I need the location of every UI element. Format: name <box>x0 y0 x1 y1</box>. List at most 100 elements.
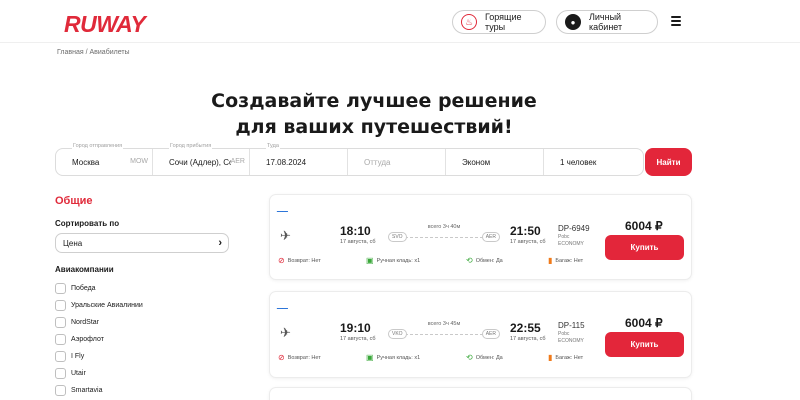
baggage-icon: ▮ <box>548 353 553 362</box>
airline-logo-icon: ━━━━ <box>277 209 288 214</box>
from-label: Город отправления <box>72 143 124 149</box>
arrival-date: 17 августа, сб <box>510 239 546 245</box>
airline-filter-item[interactable]: Utair <box>55 367 143 379</box>
flight-info: DP-6949 Pobc ECONOMY <box>558 224 590 247</box>
hand-luggage-info: ▣ Ручная кладь: x1 <box>366 256 420 265</box>
checkbox[interactable] <box>55 333 66 345</box>
airline-name: Уральские Авиалинии <box>71 301 143 309</box>
refund-info: ⊘ Возврат: Нет <box>278 353 321 362</box>
title-line-1: Создавайте лучшее решение <box>211 90 537 112</box>
airline-name: NordStar <box>71 318 100 326</box>
checkbox[interactable] <box>55 299 66 311</box>
page-title: Создавайте лучшее решение для ваших путе… <box>0 88 748 140</box>
breadcrumb-home[interactable]: Главная <box>57 49 84 56</box>
airline-name: Аэрофлот <box>71 335 104 343</box>
account-button[interactable]: ● Личный кабинет <box>556 10 658 34</box>
baggage-info: ▮ Багаж: Нет <box>548 256 583 265</box>
from-field[interactable]: Город отправления Москва MOW <box>56 143 153 175</box>
arrival-date: 17 августа, сб <box>510 336 546 342</box>
hot-tours-button[interactable]: ♨ Горящие туры <box>452 10 546 34</box>
exchange-text: Обмен: Да <box>475 257 503 264</box>
exchange-icon: ⟲ <box>466 256 473 265</box>
logo[interactable]: RUWAY <box>64 11 146 38</box>
baggage-text: Багаж: Нет <box>555 257 584 264</box>
airline-filter-item[interactable]: Smartavia <box>55 384 143 396</box>
route-dash <box>400 334 488 335</box>
exchange-info: ⟲ Обмен: Да <box>466 353 503 362</box>
airline-name: Smartavia <box>71 386 103 394</box>
depart-date-field[interactable]: Туда 17.08.2024 <box>250 143 348 175</box>
title-line-2: для ваших путешествий! <box>235 116 513 138</box>
refund-text: Возврат: Нет <box>287 257 321 264</box>
flight-info: DP-115 Pobc ECONOMY <box>558 321 585 344</box>
account-label: Личный кабинет <box>589 12 623 32</box>
checkbox[interactable] <box>55 282 66 294</box>
chevron-right-icon: › <box>218 237 222 249</box>
refund-info: ⊘ Возврат: Нет <box>278 256 321 265</box>
flight-duration: всего 3ч 45м <box>427 321 461 327</box>
arrival-time: 21:50 <box>510 224 541 238</box>
hand-luggage-text: Ручная кладь: x1 <box>376 257 421 264</box>
checkbox[interactable] <box>55 367 66 379</box>
sort-select[interactable]: Цена › <box>55 233 229 253</box>
airline-logo-icon: ━━━━ <box>277 306 288 311</box>
class-select[interactable]: Эконом <box>446 149 544 175</box>
departure-time: 19:10 <box>340 321 371 335</box>
hot-tours-label: Горящие туры <box>485 12 522 32</box>
no-refund-icon: ⊘ <box>278 353 285 362</box>
filters-title: Общие <box>55 195 93 207</box>
hand-luggage-info: ▣ Ручная кладь: x1 <box>366 353 420 362</box>
origin-airport: VKO <box>388 329 407 339</box>
to-code: AER <box>230 158 245 165</box>
buy-button[interactable]: Купить <box>605 332 684 357</box>
cabin-class: ECONOMY <box>558 338 584 344</box>
checkbox[interactable] <box>55 350 66 362</box>
flight-number: DP-6949 <box>558 224 590 233</box>
find-button[interactable]: Найти <box>645 148 692 176</box>
buy-button[interactable]: Купить <box>605 235 684 260</box>
menu-icon[interactable] <box>671 16 681 26</box>
depart-value: 17.08.2024 <box>266 157 307 167</box>
checkbox[interactable] <box>55 384 66 396</box>
baggage-icon: ▮ <box>548 256 553 265</box>
to-value: Сочи (Адлер), Сочи <box>169 157 231 167</box>
route-line: всего 3ч 40м SVO AER <box>388 224 500 244</box>
airline-filter-list: Победа Уральские Авиалинии NordStar Аэро… <box>55 282 143 400</box>
destination-airport: AER <box>481 232 500 242</box>
breadcrumb-current: Авиабилеты <box>89 49 130 56</box>
airline-filter-item[interactable]: NordStar <box>55 316 143 328</box>
baggage-text: Багаж: Нет <box>555 354 584 361</box>
airline-filter-item[interactable]: I Fly <box>55 350 143 362</box>
return-date-field[interactable]: Оттуда <box>348 149 446 175</box>
header-divider <box>0 42 800 43</box>
passengers-value: 1 человек <box>560 157 597 167</box>
no-refund-icon: ⊘ <box>278 256 285 265</box>
return-placeholder: Оттуда <box>364 157 391 167</box>
cabin-class: ECONOMY <box>558 241 584 247</box>
airline-name: Победа <box>71 284 96 292</box>
airline-name: Utair <box>71 369 86 377</box>
fare-code: Pobc <box>558 234 570 240</box>
from-code: MOW <box>130 158 148 165</box>
class-value: Эконом <box>462 157 491 167</box>
depart-label: Туда <box>266 143 280 149</box>
hand-luggage-text: Ручная кладь: x1 <box>376 354 421 361</box>
airline-name: I Fly <box>71 352 85 360</box>
to-label: Город прибытия <box>169 143 213 149</box>
airline-filter-item[interactable]: Победа <box>55 282 143 294</box>
price: 6004 ₽ <box>625 316 663 330</box>
airline-filter-item[interactable]: Уральские Авиалинии <box>55 299 143 311</box>
airplane-icon: ✈ <box>280 228 291 243</box>
arrival-time: 22:55 <box>510 321 541 335</box>
to-field[interactable]: Город прибытия Сочи (Адлер), Сочи AER <box>153 143 250 175</box>
checkbox[interactable] <box>55 316 66 328</box>
fare-code: Pobc <box>558 331 570 337</box>
airline-filter-item[interactable]: Аэрофлот <box>55 333 143 345</box>
hand-luggage-icon: ▣ <box>366 353 374 362</box>
passengers-select[interactable]: 1 человек <box>544 149 643 175</box>
exchange-text: Обмен: Да <box>475 354 503 361</box>
airlines-label: Авиакомпании <box>55 265 114 274</box>
flight-duration: всего 3ч 40м <box>427 224 461 230</box>
search-bar: Город отправления Москва MOW Город прибы… <box>55 143 644 176</box>
departure-date: 17 августа, сб <box>340 239 376 245</box>
